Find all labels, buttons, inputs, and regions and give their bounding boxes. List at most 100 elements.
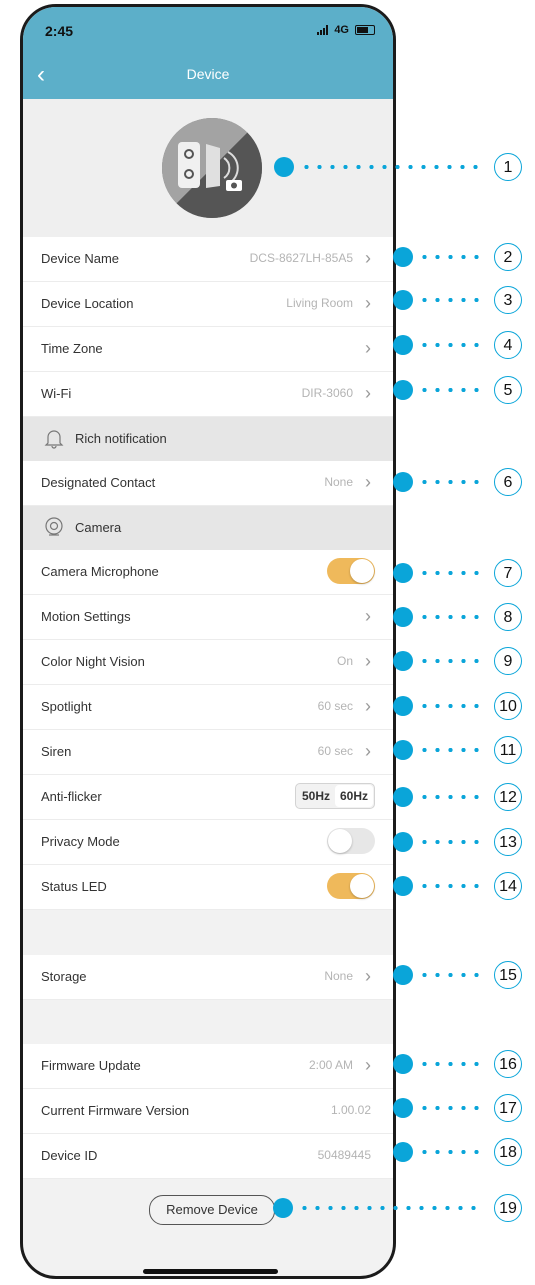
callout-number: 11 bbox=[494, 736, 522, 764]
chevron-right-icon: › bbox=[365, 696, 371, 716]
camera-icon bbox=[45, 517, 63, 536]
anti-flicker-50hz-option[interactable]: 50Hz bbox=[297, 785, 335, 807]
chevron-right-icon: › bbox=[365, 741, 371, 761]
callout-number: 1 bbox=[494, 153, 522, 181]
callout-leader-line bbox=[418, 1106, 482, 1110]
callout-leader-line bbox=[418, 973, 482, 977]
callout-number: 10 bbox=[494, 692, 522, 720]
firmware-version-label: Current Firmware Version bbox=[41, 1103, 190, 1118]
anti-flicker-label: Anti-flicker bbox=[41, 789, 102, 804]
color-night-vision-value: On bbox=[336, 654, 353, 668]
callout-leader-line bbox=[418, 704, 482, 708]
spotlight-row[interactable]: Spotlight 60 sec › bbox=[23, 685, 393, 730]
callout-number: 17 bbox=[494, 1094, 522, 1122]
siren-label: Siren bbox=[41, 744, 72, 759]
chevron-right-icon: › bbox=[365, 606, 371, 626]
anti-flicker-segmented-control[interactable]: 50Hz 60Hz bbox=[295, 783, 375, 809]
designated-contact-row[interactable]: Designated Contact None › bbox=[23, 461, 393, 506]
chevron-right-icon: › bbox=[365, 1055, 371, 1075]
device-id-value: 50489445 bbox=[317, 1148, 371, 1162]
color-night-vision-label: Color Night Vision bbox=[41, 654, 145, 669]
callout-marker bbox=[393, 651, 413, 671]
callout-marker bbox=[393, 876, 413, 896]
callout-marker bbox=[393, 1098, 413, 1118]
callout-leader-line bbox=[418, 748, 482, 752]
device-image bbox=[162, 118, 262, 218]
callout-marker bbox=[393, 290, 413, 310]
status-led-label: Status LED bbox=[41, 879, 107, 894]
signal-icon bbox=[317, 25, 329, 35]
device-id-row: Device ID 50489445 bbox=[23, 1134, 393, 1179]
chevron-right-icon: › bbox=[365, 966, 371, 986]
spotlight-value: 60 sec bbox=[317, 699, 353, 713]
network-type: 4G bbox=[334, 24, 349, 36]
callout-number: 12 bbox=[494, 783, 522, 811]
callout-number: 19 bbox=[494, 1194, 522, 1222]
time-zone-row[interactable]: Time Zone › bbox=[23, 327, 393, 372]
callout-number: 2 bbox=[494, 243, 522, 271]
remove-device-button[interactable]: Remove Device bbox=[149, 1195, 275, 1225]
callout-leader-line bbox=[418, 1150, 482, 1154]
callout-leader-line bbox=[418, 343, 482, 347]
firmware-update-row[interactable]: Firmware Update 2:00 AM › bbox=[23, 1044, 393, 1089]
callout-number: 16 bbox=[494, 1050, 522, 1078]
status-bar: 2:45 4G bbox=[23, 7, 393, 49]
camera-microphone-label: Camera Microphone bbox=[41, 564, 159, 579]
callout-leader-line bbox=[418, 884, 482, 888]
callout-number: 8 bbox=[494, 603, 522, 631]
callout-leader-line bbox=[418, 840, 482, 844]
privacy-mode-toggle[interactable] bbox=[327, 828, 375, 854]
battery-icon bbox=[355, 25, 375, 35]
status-led-toggle[interactable] bbox=[327, 873, 375, 899]
siren-value: 60 sec bbox=[317, 744, 353, 758]
motion-settings-label: Motion Settings bbox=[41, 609, 131, 624]
device-image-section bbox=[23, 99, 393, 237]
page-title: Device bbox=[186, 66, 230, 82]
callout-marker bbox=[393, 1054, 413, 1074]
callout-marker bbox=[393, 247, 413, 267]
firmware-version-value: 1.00.02 bbox=[330, 1103, 371, 1117]
designated-contact-value: None bbox=[324, 475, 353, 489]
rich-notification-section: Rich notification bbox=[23, 417, 393, 461]
bell-icon bbox=[44, 430, 64, 449]
callout-marker bbox=[393, 832, 413, 852]
callout-leader-line bbox=[418, 1062, 482, 1066]
camera-microphone-toggle[interactable] bbox=[327, 558, 375, 584]
time-zone-label: Time Zone bbox=[41, 341, 103, 356]
chevron-right-icon: › bbox=[365, 651, 371, 671]
callout-marker bbox=[393, 740, 413, 760]
callout-number: 15 bbox=[494, 961, 522, 989]
device-location-value: Living Room bbox=[286, 296, 353, 310]
firmware-update-label: Firmware Update bbox=[41, 1058, 141, 1073]
motion-settings-row[interactable]: Motion Settings › bbox=[23, 595, 393, 640]
firmware-version-row: Current Firmware Version 1.00.02 bbox=[23, 1089, 393, 1134]
callout-number: 13 bbox=[494, 828, 522, 856]
chevron-right-icon: › bbox=[365, 383, 371, 403]
wifi-row[interactable]: Wi-Fi DIR-3060 › bbox=[23, 372, 393, 417]
device-name-row[interactable]: Device Name DCS-8627LH-85A5 › bbox=[23, 237, 393, 282]
device-location-row[interactable]: Device Location Living Room › bbox=[23, 282, 393, 327]
callout-leader-line bbox=[418, 795, 482, 799]
callout-leader-line bbox=[418, 388, 482, 392]
device-id-label: Device ID bbox=[41, 1148, 98, 1163]
device-name-value: DCS-8627LH-85A5 bbox=[249, 251, 353, 265]
privacy-mode-row: Privacy Mode bbox=[23, 820, 393, 865]
phone-frame: 2:45 4G ‹ Device Device Name DCS-8627LH-… bbox=[20, 4, 396, 1279]
wifi-value: DIR-3060 bbox=[301, 386, 353, 400]
section-label: Camera bbox=[75, 520, 122, 535]
callout-marker bbox=[393, 965, 413, 985]
color-night-vision-row[interactable]: Color Night Vision On › bbox=[23, 640, 393, 685]
device-name-label: Device Name bbox=[41, 251, 120, 266]
callout-number: 4 bbox=[494, 331, 522, 359]
storage-row[interactable]: Storage None › bbox=[23, 955, 393, 1000]
callout-leader-line bbox=[418, 480, 482, 484]
status-time: 2:45 bbox=[45, 23, 74, 39]
anti-flicker-60hz-option[interactable]: 60Hz bbox=[335, 785, 373, 807]
status-led-row: Status LED bbox=[23, 865, 393, 910]
siren-row[interactable]: Siren 60 sec › bbox=[23, 730, 393, 775]
callout-marker bbox=[393, 563, 413, 583]
storage-value: None bbox=[324, 969, 353, 983]
callout-marker bbox=[393, 607, 413, 627]
callout-number: 5 bbox=[494, 376, 522, 404]
callout-leader-line bbox=[418, 571, 482, 575]
